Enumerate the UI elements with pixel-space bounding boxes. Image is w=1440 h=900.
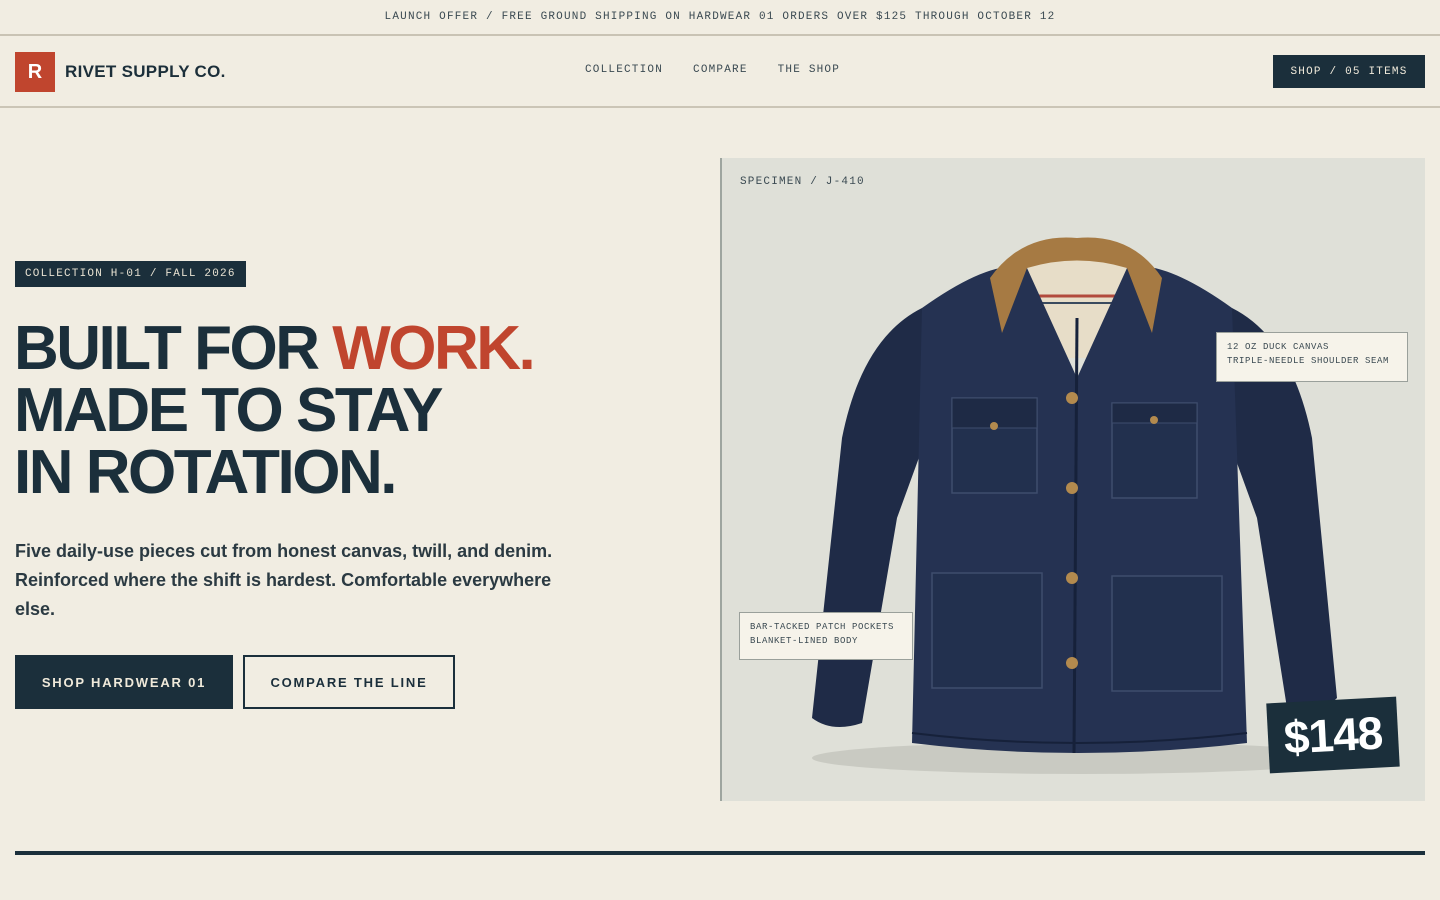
site-header: R RIVET SUPPLY CO. COLLECTION COMPARE TH… — [0, 36, 1440, 108]
section-divider — [15, 851, 1425, 855]
nav-the-shop[interactable]: THE SHOP — [778, 64, 840, 76]
headline-line-2: MADE TO STAY — [14, 376, 444, 445]
announcement-bar: LAUNCH OFFER / FREE GROUND SHIPPING ON H… — [0, 0, 1440, 36]
cart-button[interactable]: SHOP / 05 ITEMS — [1273, 55, 1425, 88]
headline-line-1: BUILT FOR WORK. — [14, 318, 574, 380]
hero-headline: BUILT FOR WORK. MADE TO STAY IN ROTATION… — [14, 318, 574, 504]
announcement-text: LAUNCH OFFER / FREE GROUND SHIPPING ON H… — [384, 11, 1056, 23]
shop-hardwear-button[interactable]: SHOP HARDWEAR 01 — [15, 655, 233, 709]
brand-name: RIVET SUPPLY CO. — [65, 62, 226, 81]
headline-accent: WORK. — [332, 314, 536, 383]
callout-pockets-line-2: BLANKET-LINED BODY — [750, 636, 859, 646]
nav-collection[interactable]: COLLECTION — [585, 64, 663, 76]
callout-canvas-line-2: TRIPLE-NEEDLE SHOULDER SEAM — [1227, 356, 1390, 366]
logo-mark: R — [15, 52, 55, 92]
callout-canvas: 12 OZ DUCK CANVAS TRIPLE-NEEDLE SHOULDER… — [1216, 332, 1408, 382]
headline-line-3: IN ROTATION. — [14, 438, 398, 507]
hero-description: Five daily-use pieces cut from honest ca… — [15, 541, 553, 619]
product-showcase: SPECIMEN / J-410 12 OZ DUCK CANVAS TRIPL… — [720, 158, 1425, 801]
main-nav: COLLECTION COMPARE THE SHOP — [585, 64, 840, 76]
callout-pockets-line-1: BAR-TACKED PATCH POCKETS — [750, 622, 895, 632]
compare-line-button[interactable]: COMPARE THE LINE — [243, 655, 455, 709]
nav-compare[interactable]: COMPARE — [693, 64, 748, 76]
callout-pockets: BAR-TACKED PATCH POCKETS BLANKET-LINED B… — [739, 612, 913, 660]
collection-tag: COLLECTION H-01 / FALL 2026 — [15, 261, 246, 287]
price-tag: $148 — [1266, 696, 1400, 774]
brand-logo[interactable]: R RIVET SUPPLY CO. — [15, 52, 226, 92]
headline-text: BUILT FOR — [14, 314, 333, 383]
callout-canvas-line-1: 12 OZ DUCK CANVAS — [1227, 342, 1330, 352]
